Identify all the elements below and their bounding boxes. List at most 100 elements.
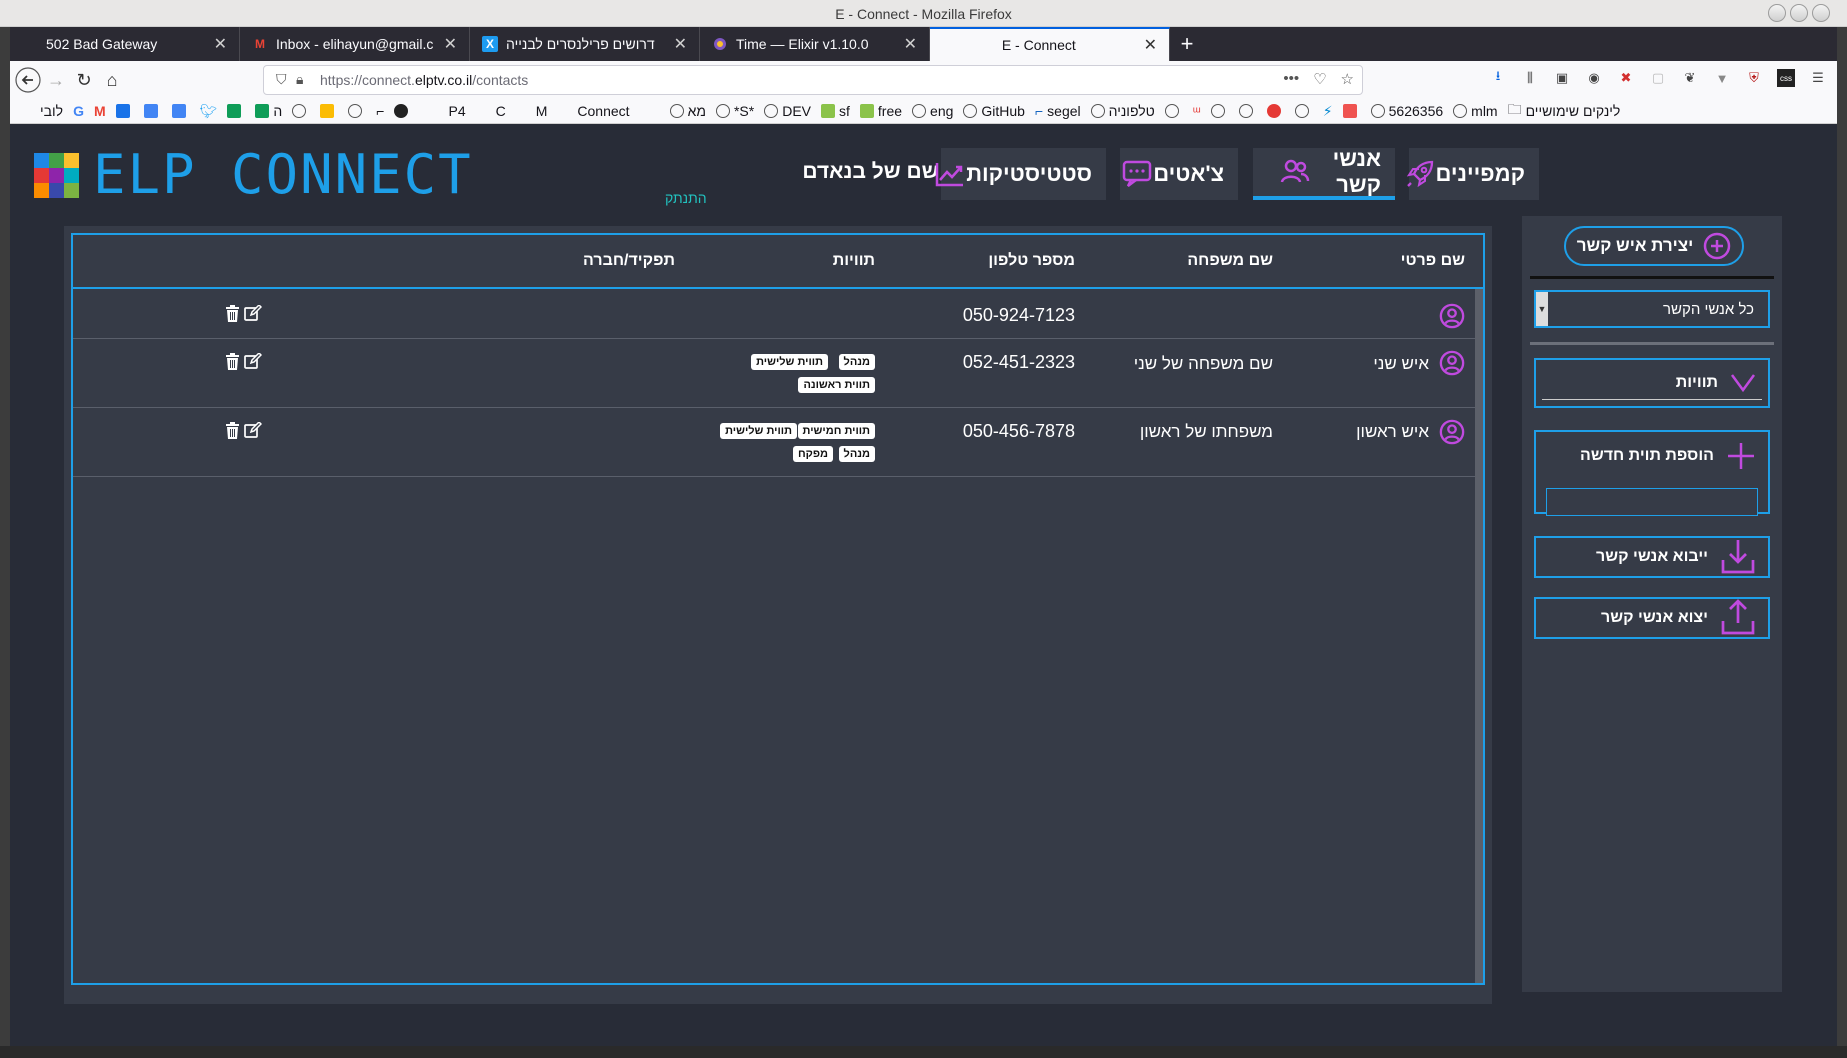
- col-role[interactable]: תפקיד/חברה: [583, 252, 675, 270]
- bookmark-item[interactable]: GitHub: [963, 103, 1025, 119]
- logout-link[interactable]: התנתק: [665, 190, 707, 206]
- table-row[interactable]: 050-924-7123: [73, 291, 1483, 339]
- plus-icon[interactable]: [1726, 441, 1756, 471]
- trash-icon[interactable]: [225, 422, 240, 439]
- globe-icon[interactable]: [292, 104, 310, 118]
- close-tab-icon[interactable]: ✕: [674, 34, 687, 54]
- elp-logo[interactable]: ELP CONNECT: [34, 148, 473, 202]
- shield-icon[interactable]: ⛉: [276, 71, 287, 88]
- close-window-button[interactable]: [1812, 4, 1830, 22]
- bookmark-item[interactable]: ⌐ segel: [1035, 103, 1081, 119]
- globe-icon[interactable]: [1294, 104, 1313, 118]
- bookmark-item[interactable]: mlm: [1453, 103, 1498, 119]
- account-icon[interactable]: ◉: [1585, 69, 1603, 87]
- globe-icon[interactable]: [1210, 104, 1229, 118]
- table-row[interactable]: איש שני שם משפחה של שני 052-451-2323 מנה…: [73, 340, 1483, 408]
- globe-icon[interactable]: [348, 104, 366, 118]
- edit-icon[interactable]: [244, 305, 262, 322]
- bookmark-item[interactable]: eng: [912, 103, 953, 119]
- browser-tab[interactable]: 502 Bad Gateway ✕: [10, 27, 240, 61]
- sheets-icon[interactable]: [227, 104, 245, 118]
- home-button[interactable]: ⌂: [98, 66, 126, 94]
- url-bar[interactable]: ⛉ 🔒︎ https://connect.elptv.co.il/contact…: [263, 65, 1363, 95]
- nav-campaigns[interactable]: קמפיינים: [1407, 148, 1539, 200]
- library-icon[interactable]: ⫼: [1521, 69, 1539, 87]
- gmail-icon[interactable]: M: [94, 103, 106, 119]
- nav-chats[interactable]: צ'אטים: [1120, 148, 1238, 200]
- bookmark-icon[interactable]: [1342, 104, 1361, 118]
- edit-icon[interactable]: [244, 353, 262, 370]
- bookmark-icon[interactable]: ⚡︎: [1323, 103, 1333, 120]
- browser-tab[interactable]: M Inbox - elihayun@gmail.c ✕: [240, 27, 470, 61]
- drive-icon[interactable]: [320, 104, 338, 118]
- create-contact-button[interactable]: יצירת איש קשר: [1564, 226, 1744, 266]
- bookmark-item[interactable]: טלפוניה: [1090, 103, 1155, 119]
- extension-x-icon[interactable]: ✖: [1617, 69, 1635, 87]
- bookmark-star-icon[interactable]: ☆: [1341, 70, 1354, 88]
- extension-dark-icon[interactable]: css: [1777, 69, 1795, 87]
- col-last-name[interactable]: שם משפחה: [1187, 252, 1273, 270]
- download-icon[interactable]: ⭳: [1489, 68, 1507, 87]
- bookmarks-folder[interactable]: 🗀︎ לינקים שימושיים: [1508, 99, 1621, 123]
- globe-icon[interactable]: [1164, 104, 1183, 118]
- col-tags[interactable]: תוויות: [833, 252, 875, 270]
- bookmark-icon[interactable]: ⌐: [376, 103, 384, 119]
- reload-button[interactable]: ↻: [70, 66, 98, 94]
- pocket-icon[interactable]: ♡: [1313, 70, 1326, 88]
- new-tag-input[interactable]: [1546, 488, 1758, 516]
- back-button[interactable]: [14, 66, 42, 94]
- sheets-icon[interactable]: ה: [255, 103, 282, 119]
- trash-icon[interactable]: [225, 305, 240, 322]
- browser-tab[interactable]: Time — Elixir v1.10.0 ✕: [700, 27, 930, 61]
- globe-icon[interactable]: [1238, 104, 1257, 118]
- table-scrollbar[interactable]: [1475, 289, 1483, 983]
- tag-chip[interactable]: תווית שלישית: [720, 423, 797, 439]
- export-contacts-button[interactable]: יצוא אנשי קשר: [1534, 597, 1770, 639]
- google-icon[interactable]: G: [73, 103, 84, 119]
- close-tab-icon[interactable]: ✕: [904, 34, 917, 54]
- ublock-icon[interactable]: ⛨: [1745, 69, 1763, 87]
- import-contacts-button[interactable]: ייבוא אנשי קשר: [1534, 536, 1770, 578]
- tag-chip[interactable]: מנהל: [838, 354, 875, 370]
- bookmark-item[interactable]: DEV: [764, 103, 811, 119]
- more-actions-icon[interactable]: •••: [1283, 70, 1299, 88]
- bookmark-item[interactable]: C: [496, 103, 506, 119]
- bookmark-item[interactable]: sf: [821, 103, 850, 119]
- close-tab-icon[interactable]: ✕: [1144, 35, 1157, 55]
- trash-icon[interactable]: [225, 353, 240, 370]
- col-first-name[interactable]: שם פרטי: [1401, 252, 1465, 270]
- tag-chip[interactable]: תווית חמישית: [797, 423, 875, 439]
- nav-contacts[interactable]: אנשי קשר: [1253, 146, 1395, 200]
- extension-square-icon[interactable]: ▢: [1649, 69, 1667, 87]
- forward-button[interactable]: →: [42, 66, 70, 94]
- twitter-icon[interactable]: 🐦︎: [200, 103, 218, 120]
- bookmark-item[interactable]: 5626356: [1370, 103, 1443, 119]
- extension-swirl-icon[interactable]: ❦: [1681, 69, 1699, 87]
- menu-icon[interactable]: ☰: [1809, 69, 1827, 87]
- contacts-filter-select[interactable]: כל אנשי הקשר ▼: [1534, 290, 1770, 328]
- calendar-icon[interactable]: [115, 104, 134, 118]
- col-phone[interactable]: מספר טלפון: [988, 252, 1075, 270]
- bookmark-item[interactable]: *S*: [715, 103, 754, 119]
- docs-icon[interactable]: [171, 104, 190, 118]
- new-tab-button[interactable]: +: [1170, 27, 1204, 61]
- sidebar-icon[interactable]: ▣: [1553, 69, 1571, 87]
- browser-tab[interactable]: X דרושים פרילנסרים לבנייה ✕: [470, 27, 700, 61]
- bookmark-icon[interactable]: ᵚ: [1193, 103, 1201, 119]
- bookmark-item[interactable]: free: [859, 103, 902, 119]
- tag-chip[interactable]: מפקח: [792, 446, 833, 462]
- bookmark-item[interactable]: M: [536, 103, 548, 119]
- tag-chip[interactable]: תווית ראשונה: [798, 377, 875, 393]
- tag-chip[interactable]: מנהל: [838, 446, 875, 462]
- close-tab-icon[interactable]: ✕: [214, 34, 227, 54]
- bookmark-item[interactable]: P4: [448, 103, 465, 119]
- minimize-button[interactable]: [1768, 4, 1786, 22]
- maximize-button[interactable]: [1790, 4, 1808, 22]
- bookmark-item[interactable]: מא: [669, 103, 706, 119]
- nav-stats[interactable]: סטטיסטיקות: [935, 148, 1106, 200]
- github-icon[interactable]: [394, 104, 412, 118]
- bookmark-icon[interactable]: [1266, 104, 1285, 118]
- tags-dropdown[interactable]: תוויות: [1534, 358, 1770, 408]
- bookmark-item[interactable]: Connect: [577, 103, 629, 119]
- tag-chip[interactable]: תווית שלישית: [751, 354, 828, 370]
